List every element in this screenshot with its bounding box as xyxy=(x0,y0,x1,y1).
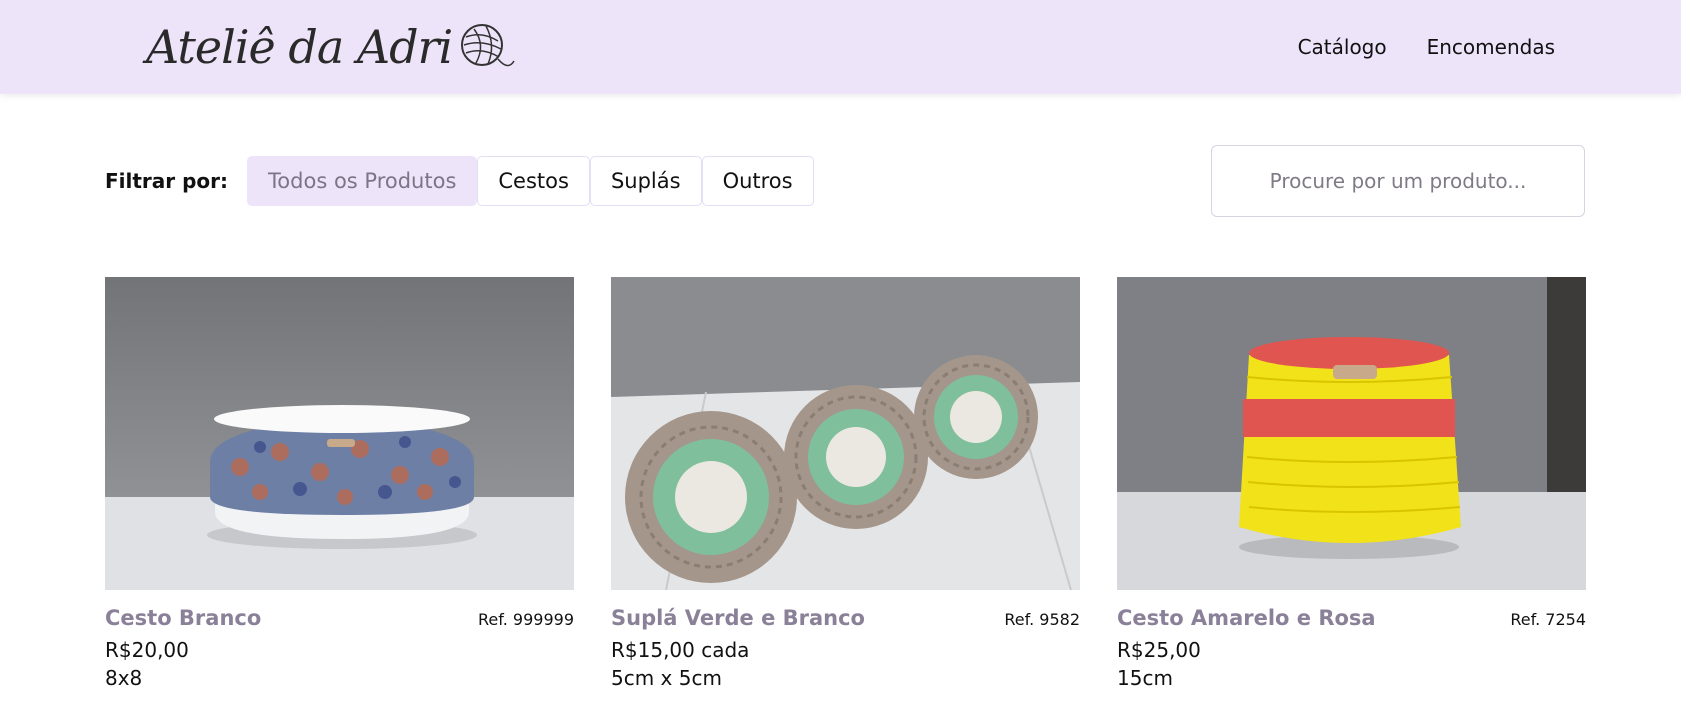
filter-bar: Filtrar por: Todos os Produtos Cestos Su… xyxy=(105,155,814,207)
product-size: 15cm xyxy=(1117,666,1173,690)
product-ref: Ref. 999999 xyxy=(478,610,574,629)
product-name[interactable]: Cesto Branco xyxy=(105,606,261,630)
product-ref: Ref. 9582 xyxy=(1004,610,1080,629)
product-card[interactable]: Cesto Branco Ref. 999999 R$20,00 8x8 xyxy=(105,277,574,690)
filter-all-products[interactable]: Todos os Produtos xyxy=(247,156,478,206)
product-size: 8x8 xyxy=(105,666,143,690)
product-price: R$20,00 xyxy=(105,638,189,662)
filter-suplas[interactable]: Suplás xyxy=(589,156,702,206)
filter-outros[interactable]: Outros xyxy=(701,156,814,206)
logo-text: Ateliê da Adri xyxy=(146,20,453,74)
search-input[interactable] xyxy=(1211,145,1585,217)
filter-label: Filtrar por: xyxy=(105,169,229,193)
white-basket-photo[interactable] xyxy=(105,277,574,590)
product-name[interactable]: Suplá Verde e Branco xyxy=(611,606,865,630)
product-price: R$25,00 xyxy=(1117,638,1201,662)
product-size: 5cm x 5cm xyxy=(611,666,722,690)
yellow-basket-photo[interactable] xyxy=(1117,277,1586,590)
product-card[interactable]: Cesto Amarelo e Rosa Ref. 7254 R$25,00 1… xyxy=(1117,277,1586,690)
product-card[interactable]: Suplá Verde e Branco Ref. 9582 R$15,00 c… xyxy=(611,277,1080,690)
green-doilies-photo[interactable] xyxy=(611,277,1080,591)
nav-encomendas[interactable]: Encomendas xyxy=(1427,30,1555,64)
nav-catalogo[interactable]: Catálogo xyxy=(1298,30,1387,64)
product-name[interactable]: Cesto Amarelo e Rosa xyxy=(1117,606,1376,630)
yarn-ball-icon xyxy=(461,24,515,67)
main-nav: Catálogo Encomendas xyxy=(1298,30,1555,64)
product-ref: Ref. 7254 xyxy=(1510,610,1586,629)
site-header: Ateliê da Adri Catálogo Encomendas xyxy=(0,0,1681,94)
product-grid: Cesto Branco Ref. 999999 R$20,00 8x8 Sup… xyxy=(105,277,1586,690)
brand-logo[interactable]: Ateliê da Adri xyxy=(146,14,516,80)
product-price: R$15,00 cada xyxy=(611,638,750,662)
filter-cestos[interactable]: Cestos xyxy=(477,156,590,206)
